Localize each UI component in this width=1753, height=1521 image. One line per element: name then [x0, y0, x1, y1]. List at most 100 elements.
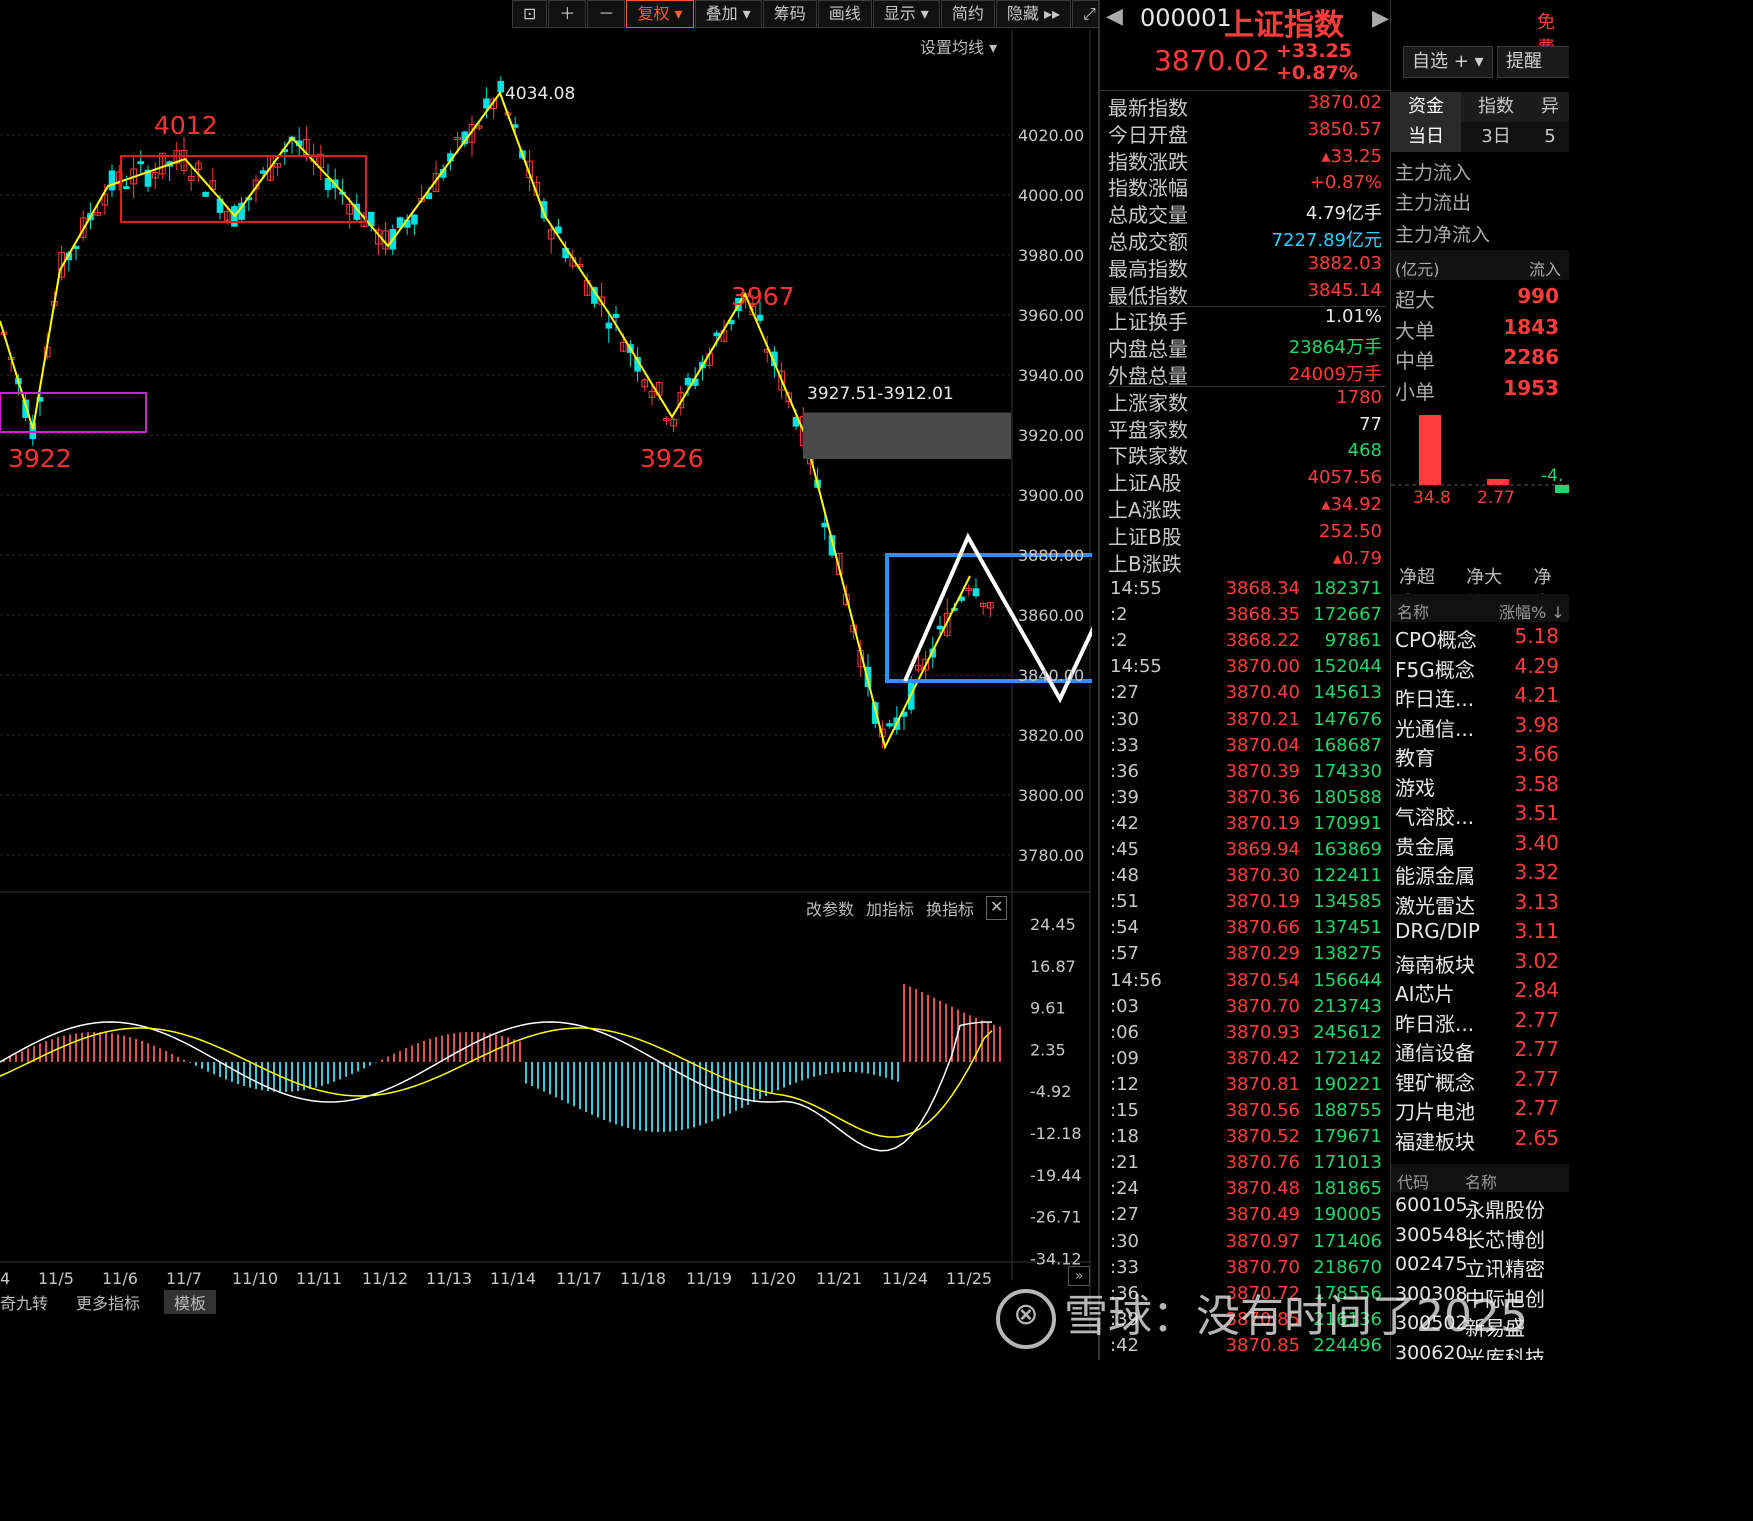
tick-time: :57 [1110, 943, 1139, 965]
sector-row[interactable]: 昨日连... 4.21 [1395, 683, 1565, 711]
tick-price: 3870.42 [1225, 1047, 1300, 1069]
sector-row[interactable]: 教育 3.66 [1395, 742, 1565, 770]
subtab-today[interactable]: 当日 [1391, 122, 1461, 152]
tick-row: :15 3870.56 188755 [1100, 1100, 1390, 1126]
prev-stock-icon[interactable]: ◀ [1106, 4, 1123, 29]
quote-label: 外盘总量 [1108, 364, 1188, 388]
tab-template[interactable]: 模板 [164, 1290, 217, 1314]
quote-label: 今日开盘 [1108, 122, 1188, 147]
sector-row[interactable]: DRG/DIP 3.11 [1395, 919, 1565, 947]
tick-volume: 137451 [1313, 917, 1382, 939]
sector-row[interactable]: CPO概念 5.18 [1395, 624, 1565, 652]
tick-row: :24 3870.48 181865 [1100, 1178, 1390, 1204]
sector-row[interactable]: 通信设备 2.77 [1395, 1037, 1565, 1065]
toolbar-simple-button[interactable]: 简约 [940, 0, 995, 28]
sector-name-header[interactable]: 名称 [1397, 599, 1429, 623]
quote-value: 468 [1347, 440, 1382, 462]
date-tick: 11/25 [946, 1269, 992, 1288]
quote-row: 最低指数 3845.14 [1108, 280, 1386, 308]
sector-name: 贵金属 [1395, 834, 1455, 859]
indicator-controls: 改参数 加指标 换指标 ✕ [806, 896, 1008, 920]
tick-time: :36 [1110, 760, 1139, 782]
sector-row[interactable]: 光通信... 3.98 [1395, 713, 1565, 741]
toolbar-overlay-button[interactable]: 叠加 ▾ [694, 0, 762, 28]
tick-volume: 182371 [1313, 578, 1382, 599]
inflow-header: 流入 [1529, 260, 1562, 279]
quote-label: 上证B股 [1108, 524, 1182, 549]
sector-row[interactable]: 能源金属 3.32 [1395, 860, 1565, 888]
zoom-out-icon[interactable]: － [587, 0, 626, 28]
tab-funds[interactable]: 资金 [1391, 92, 1461, 122]
tick-volume: 180588 [1313, 786, 1382, 808]
price-change-pct: +0.87% [1276, 62, 1358, 84]
toolbar-hide-button[interactable]: 隐藏 ▸▸ [995, 0, 1072, 28]
sector-row[interactable]: 激光雷达 3.13 [1395, 890, 1565, 918]
sector-row[interactable]: 气溶胶... 3.51 [1395, 801, 1565, 829]
tick-price: 3870.29 [1225, 943, 1300, 965]
sector-change-header[interactable]: 涨幅% ↓ [1499, 599, 1565, 623]
macd-tick: -26.71 [1030, 1208, 1082, 1227]
toolbar-display-button[interactable]: 显示 ▾ [872, 0, 940, 28]
toolbar-draw-button[interactable]: 画线 [817, 0, 872, 28]
tick-price: 3870.66 [1225, 917, 1300, 939]
sector-row[interactable]: 海南板块 3.02 [1395, 949, 1565, 977]
sector-change: 2.77 [1514, 1066, 1559, 1091]
add-indicator-button[interactable]: 加指标 [866, 896, 914, 920]
tick-volume: 190221 [1313, 1073, 1382, 1095]
price-tick: 3900.00 [1018, 486, 1084, 505]
sector-row[interactable]: 昨日涨... 2.77 [1395, 1008, 1565, 1036]
tick-price: 3870.48 [1225, 1178, 1300, 1200]
add-watchlist-button[interactable]: 自选 + ▾ [1403, 46, 1493, 78]
high-marker: 4034.08 [505, 84, 575, 104]
subtab-3day[interactable]: 3日 [1461, 122, 1531, 152]
date-tick: 11/10 [232, 1269, 278, 1288]
zoom-in-icon[interactable]: ＋ [548, 0, 587, 28]
tick-time: :18 [1110, 1126, 1139, 1148]
quote-label: 上证A股 [1108, 471, 1182, 496]
stock-row[interactable]: 600105 永鼎股份 [1395, 1194, 1565, 1222]
next-stock-icon[interactable]: ▶ [1372, 6, 1389, 31]
sector-row[interactable]: 贵金属 3.40 [1395, 831, 1565, 859]
change-params-button[interactable]: 改参数 [806, 896, 854, 920]
price-tick: 4000.00 [1018, 186, 1084, 205]
stock-row[interactable]: 300548 长芯博创 [1395, 1224, 1565, 1252]
sector-row[interactable]: 锂矿概念 2.77 [1395, 1067, 1565, 1095]
kline-chart[interactable]: 4012 3922 3967 3926 4034.08 3927.51-3912.01 4… [0, 30, 1092, 1330]
stock-code: 000001 [1140, 4, 1232, 32]
quote-value: 24009万手 [1288, 364, 1382, 385]
close-icon[interactable]: ✕ [986, 896, 1008, 920]
tick-time: :42 [1110, 812, 1139, 834]
alert-button[interactable]: 提醒 [1497, 46, 1569, 78]
tab-qijiuzhuan[interactable]: 奇九转 [0, 1290, 62, 1314]
tick-price: 3870.97 [1225, 1230, 1300, 1252]
price-tick: 3820.00 [1018, 726, 1084, 745]
date-tick: 11/24 [882, 1269, 928, 1288]
tab-more-indicators[interactable]: 更多指标 [62, 1290, 154, 1314]
quote-label: 总成交额 [1108, 230, 1188, 254]
tab-abnormal[interactable]: 异 [1531, 92, 1569, 122]
sector-row[interactable]: 游戏 3.58 [1395, 772, 1565, 800]
sector-row[interactable]: AI芯片 2.84 [1395, 978, 1565, 1006]
sector-row[interactable]: F5G概念 4.29 [1395, 654, 1565, 682]
subtab-5day[interactable]: 5 [1531, 122, 1569, 152]
macd-tick: -12.18 [1030, 1124, 1082, 1143]
tick-time: :54 [1110, 917, 1139, 939]
sector-name: CPO概念 [1395, 628, 1477, 652]
tick-time: :48 [1110, 865, 1139, 887]
sector-row[interactable]: 刀片电池 2.77 [1395, 1096, 1565, 1124]
tab-index[interactable]: 指数 [1461, 92, 1531, 122]
tick-row: :2 3868.35 172667 [1100, 604, 1390, 630]
quote-row: 内盘总量 23864万手 [1108, 333, 1386, 361]
stock-row[interactable]: 002475 立讯精密 [1395, 1253, 1565, 1281]
order-row: 超大 990 [1395, 284, 1565, 312]
sector-row[interactable]: 福建板块 2.65 [1395, 1126, 1565, 1154]
toolbar-fuquan-button[interactable]: 复权 ▾ [626, 0, 694, 28]
switch-indicator-button[interactable]: 换指标 [926, 896, 974, 920]
sector-change: 3.32 [1514, 860, 1559, 884]
sector-name: 刀片电池 [1395, 1100, 1475, 1124]
quote-row: 最新指数 3870.02 [1108, 92, 1386, 120]
quote-row: 外盘总量 24009万手 [1108, 360, 1386, 388]
tick-time: 14:56 [1110, 969, 1162, 991]
unlock-icon[interactable]: ⊡ [512, 0, 548, 28]
toolbar-chips-button[interactable]: 筹码 [762, 0, 817, 28]
